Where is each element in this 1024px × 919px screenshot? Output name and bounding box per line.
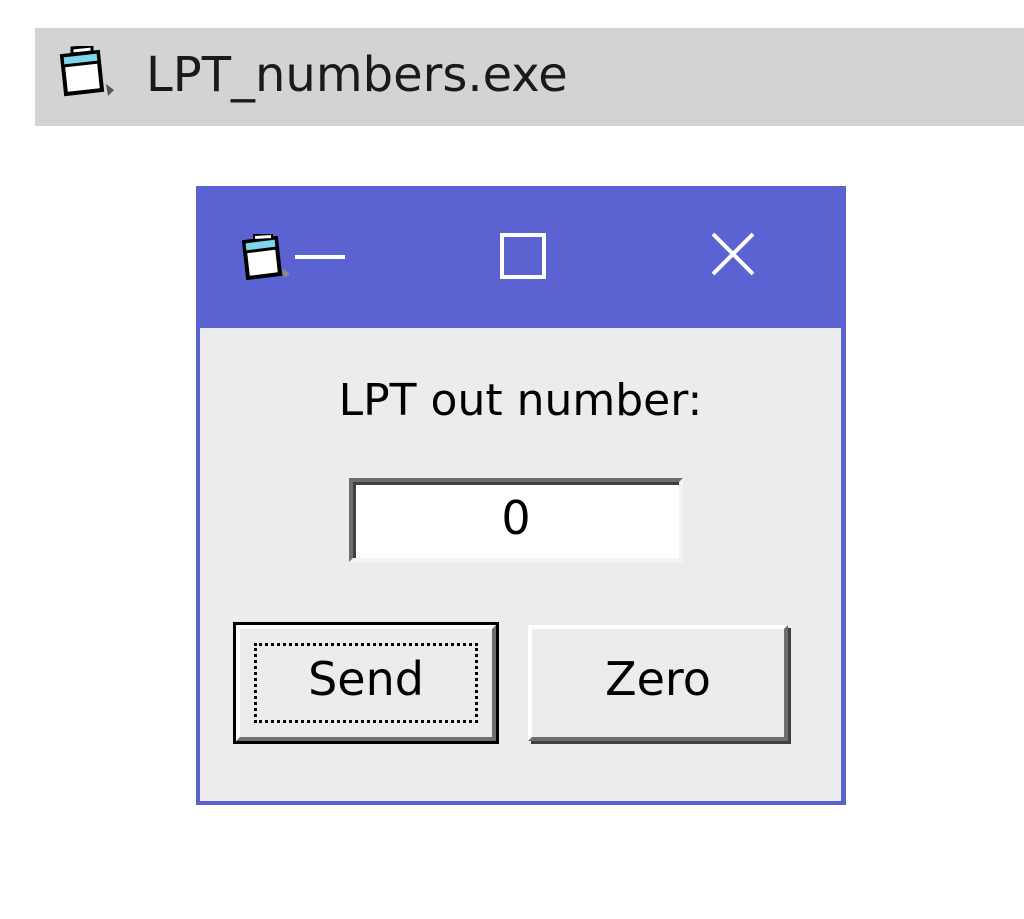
window-client-area: LPT out number: 0 Send Zero xyxy=(200,328,841,801)
app-window-icon xyxy=(58,44,118,102)
taskbar-title: LPT_numbers.exe xyxy=(146,47,568,103)
close-icon[interactable] xyxy=(692,216,782,296)
send-button[interactable]: Send xyxy=(233,622,499,744)
maximize-icon[interactable] xyxy=(480,216,570,296)
zero-button[interactable]: Zero xyxy=(528,625,788,741)
zero-button-label: Zero xyxy=(605,652,711,706)
minimize-icon[interactable] xyxy=(275,216,365,296)
lpt-out-label: LPT out number: xyxy=(338,375,703,426)
window-titlebar[interactable] xyxy=(196,186,846,328)
app-window: LPT out number: 0 Send Zero xyxy=(196,186,846,805)
lpt-out-number-field[interactable]: 0 xyxy=(349,478,683,562)
send-button-label: Send xyxy=(308,652,424,706)
